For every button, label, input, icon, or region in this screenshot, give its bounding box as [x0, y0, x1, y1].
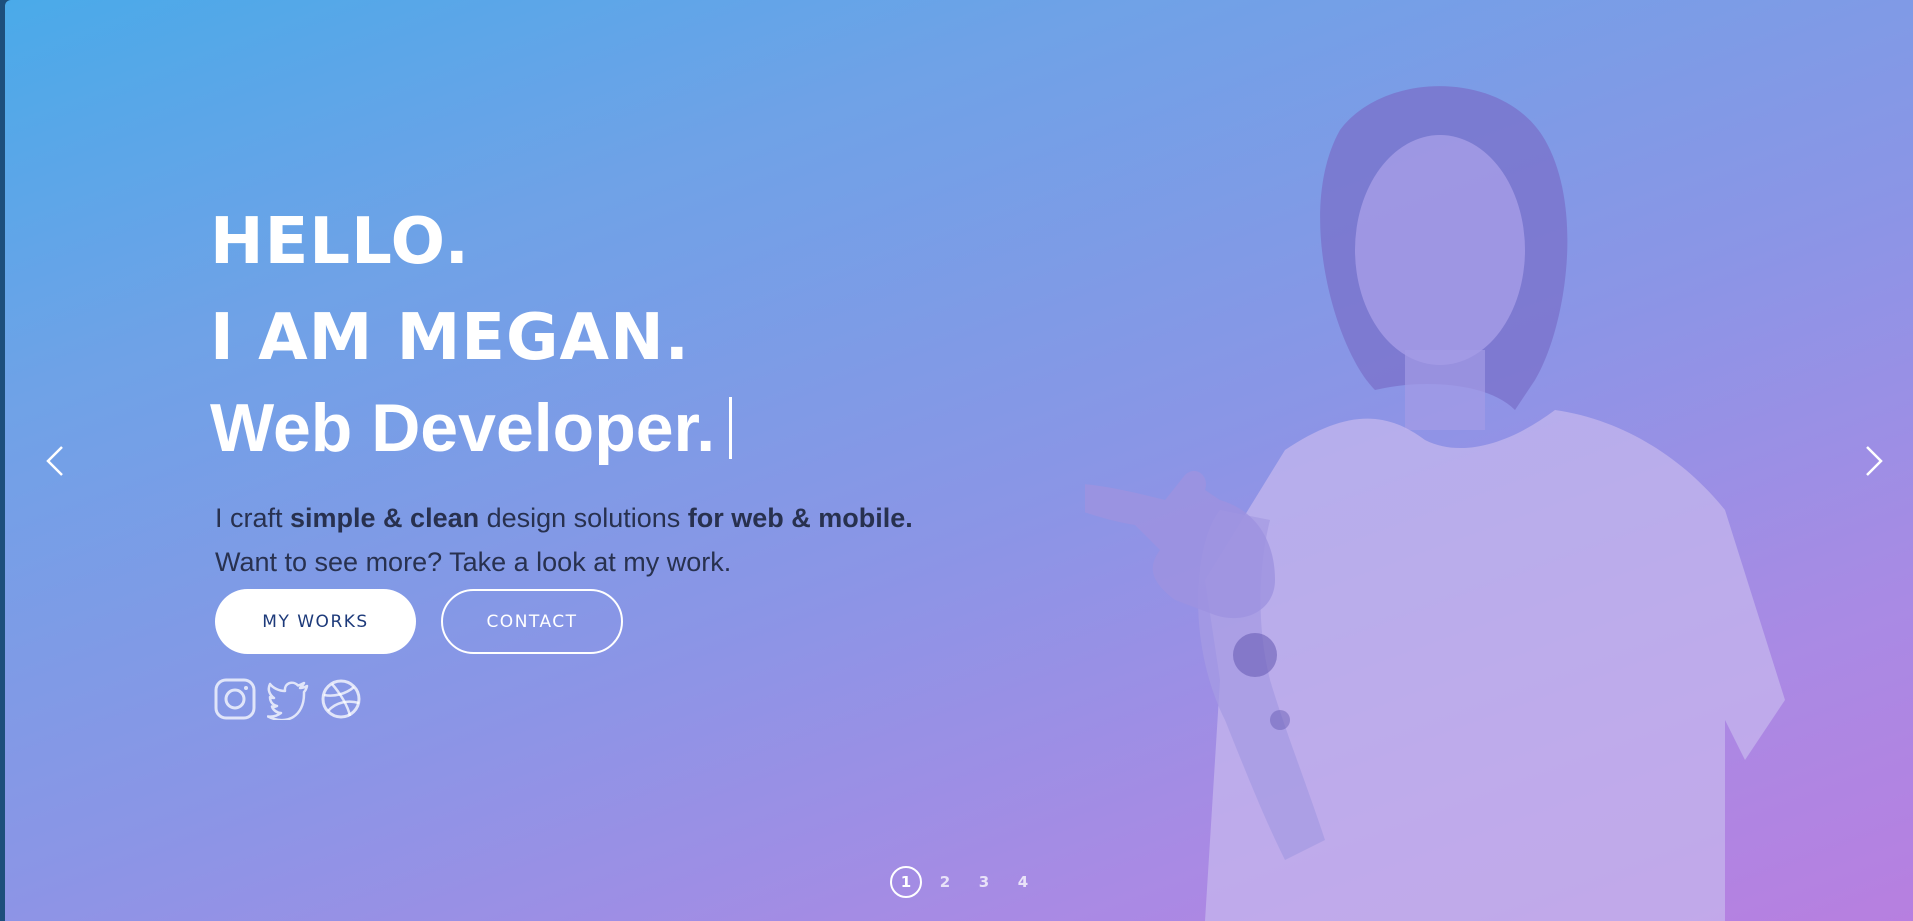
intro-text: I craft: [215, 503, 291, 533]
prev-slide-arrow-icon[interactable]: [42, 443, 72, 479]
slide-dot-2[interactable]: 2: [929, 866, 961, 898]
intro-line-2: Want to see more? Take a look at my work…: [215, 547, 732, 577]
slide-dot-3[interactable]: 3: [968, 866, 1000, 898]
hero-role-text: Web Developer.: [210, 390, 716, 466]
typing-cursor: [729, 397, 733, 459]
hero-greeting: HELLO.: [210, 205, 470, 279]
hero-headline: HELLO. I AM MEGAN. Web Developer.: [210, 205, 733, 466]
contact-button[interactable]: CONTACT: [441, 589, 623, 654]
hero-person-image: [1085, 86, 1785, 921]
intro-line-1: I craft simple & clean design solutions …: [215, 496, 913, 540]
hero-intro: I craft simple & clean design solutions …: [215, 496, 913, 584]
instagram-icon[interactable]: [214, 678, 256, 720]
my-works-button[interactable]: MY WORKS: [215, 589, 416, 654]
intro-bold-text: simple & clean: [290, 503, 480, 533]
intro-bold-text: for web & mobile.: [687, 503, 913, 533]
slide-dot-1[interactable]: 1: [890, 866, 922, 898]
hero-slider: HELLO. I AM MEGAN. Web Developer. I craf…: [5, 0, 1913, 921]
intro-text: design solutions: [479, 503, 688, 533]
next-slide-arrow-icon[interactable]: [1857, 443, 1887, 479]
dribbble-icon[interactable]: [320, 678, 362, 720]
hero-name: I AM MEGAN.: [210, 301, 690, 375]
hero-buttons: MY WORKS CONTACT: [215, 589, 623, 654]
slide-dot-4[interactable]: 4: [1007, 866, 1039, 898]
social-links: [214, 678, 362, 722]
hero-role-typed: Web Developer.: [210, 390, 733, 466]
twitter-icon[interactable]: [266, 678, 309, 722]
slider-pagination: 1 2 3 4: [890, 866, 1046, 898]
